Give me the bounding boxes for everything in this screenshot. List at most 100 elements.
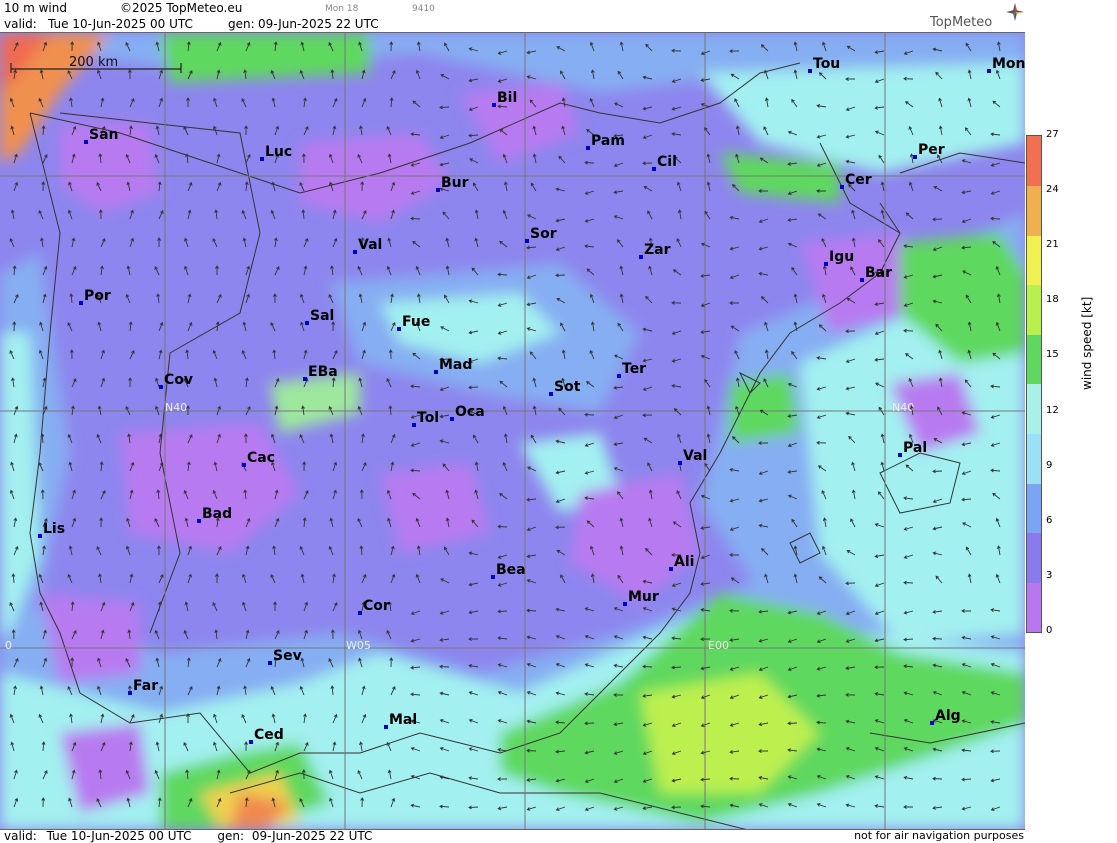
run-hint: Mon 18 [325,4,359,14]
city-marker [305,321,309,325]
wind-map[interactable]: N40 N40 W05 E00 0 200 km Tou Mon Bil San Pam… [0,32,1025,830]
grid-label-n40-left: N40 [165,401,187,414]
colorbar-segment [1027,284,1041,335]
colorbar-segment [1027,136,1041,186]
city-marker [197,519,201,523]
scale-bar-label: 200 km [69,55,118,70]
colorbar-segment [1027,235,1041,286]
valid-time: Tue 10-Jun-2025 00 UTC [48,17,193,31]
city-label: Luc [265,144,292,160]
city-marker [808,69,812,73]
city-label: San [89,127,119,143]
topmeteo-logo: TopMeteo [930,3,1024,32]
grid-label-w10: 0 [5,639,12,652]
city-marker [913,155,917,159]
city-marker [840,185,844,189]
colorbar-tick-label: 9 [1046,459,1053,471]
colorbar-tick-label: 6 [1046,514,1053,526]
colorbar-tick-label: 12 [1046,404,1059,416]
city-label: Cer [845,172,872,188]
colorbar-tick-label: 0 [1046,625,1053,636]
city-label: EBa [308,364,338,380]
city-marker [586,146,590,150]
city-label: Cor [363,598,390,614]
city-marker [525,239,529,243]
colorbar-tick-label: 27 [1046,129,1059,140]
city-marker [397,327,401,331]
city-label: Alg [935,708,961,724]
grid-label-w05: W05 [346,639,371,652]
colorbar-tick-label: 3 [1046,569,1053,581]
city-marker [450,417,454,421]
city-label: Tou [813,56,840,72]
city-label: Zar [644,242,671,258]
city-label: Bur [441,175,469,191]
city-label: Mal [389,712,417,728]
city-label: Ter [622,361,646,377]
city-label: Ced [254,727,284,743]
city-label: Ali [674,554,694,570]
city-label: Pam [591,133,625,149]
city-label: Per [918,142,945,158]
city-label: Fue [402,314,430,330]
colorbar-tick-label: 18 [1046,294,1059,306]
city-label: Val [358,237,382,253]
city-marker [384,725,388,729]
colorbar-segment [1027,532,1041,583]
city-marker [678,461,682,465]
colorbar-segment [1027,384,1041,434]
city-label: Sor [530,226,557,242]
grid-label-e00: E00 [708,639,729,652]
city-label: Mon [992,56,1025,72]
city-marker [549,392,553,396]
colorbar-segment [1027,334,1041,385]
city-marker [492,103,496,107]
city-marker [930,721,934,725]
code-hint: 9410 [412,4,435,14]
colorbar-title: wind speed [kt] [1080,296,1094,390]
city-marker [242,463,246,467]
city-label: Sev [273,648,302,664]
city-label: Oca [455,404,485,420]
city-marker [260,157,264,161]
city-marker [128,691,132,695]
city-label: Bar [865,265,892,281]
gen-label: gen: [228,17,255,31]
footer-valid-time: Tue 10-Jun-2025 00 UTC [46,829,192,843]
city-marker [38,534,42,538]
city-marker [623,602,627,606]
product-title: 10 m wind [4,1,67,15]
city-marker [358,611,362,615]
colorbar-segment [1027,185,1041,236]
city-label: Mur [628,589,659,605]
city-label: Cil [657,154,677,170]
city-label: Bea [496,562,526,578]
disclaimer: not for air navigation purposes [854,829,1024,842]
compass-star-icon [1006,3,1024,21]
city-marker [898,453,902,457]
city-marker [249,740,253,744]
colorbar-segment [1027,483,1041,534]
footer-gen-label: gen: [217,829,244,843]
colorbar-tick-label: 21 [1046,239,1059,251]
city-label: Cac [247,450,275,466]
colorbar-tick-label: 24 [1046,184,1059,196]
city-label: Far [133,678,158,694]
city-label: Pal [903,440,927,456]
city-label: Tol [417,410,439,426]
city-marker [79,301,83,305]
footer-gen-time: 09-Jun-2025 22 UTC [251,829,373,843]
map-canvas: N40 N40 W05 E00 0 200 km Tou MonBilSan Pam… [0,33,1025,829]
city-marker [617,374,621,378]
city-marker [639,255,643,259]
city-label: Bad [202,506,232,522]
city-marker [652,167,656,171]
city-marker [436,188,440,192]
copyright: ©2025 TopMeteo.eu [120,1,243,15]
city-marker [303,377,307,381]
city-label: Bil [497,90,517,106]
city-marker [159,385,163,389]
colorbar-segment [1027,582,1041,633]
city-label: Cov [164,372,193,388]
city-marker [353,250,357,254]
